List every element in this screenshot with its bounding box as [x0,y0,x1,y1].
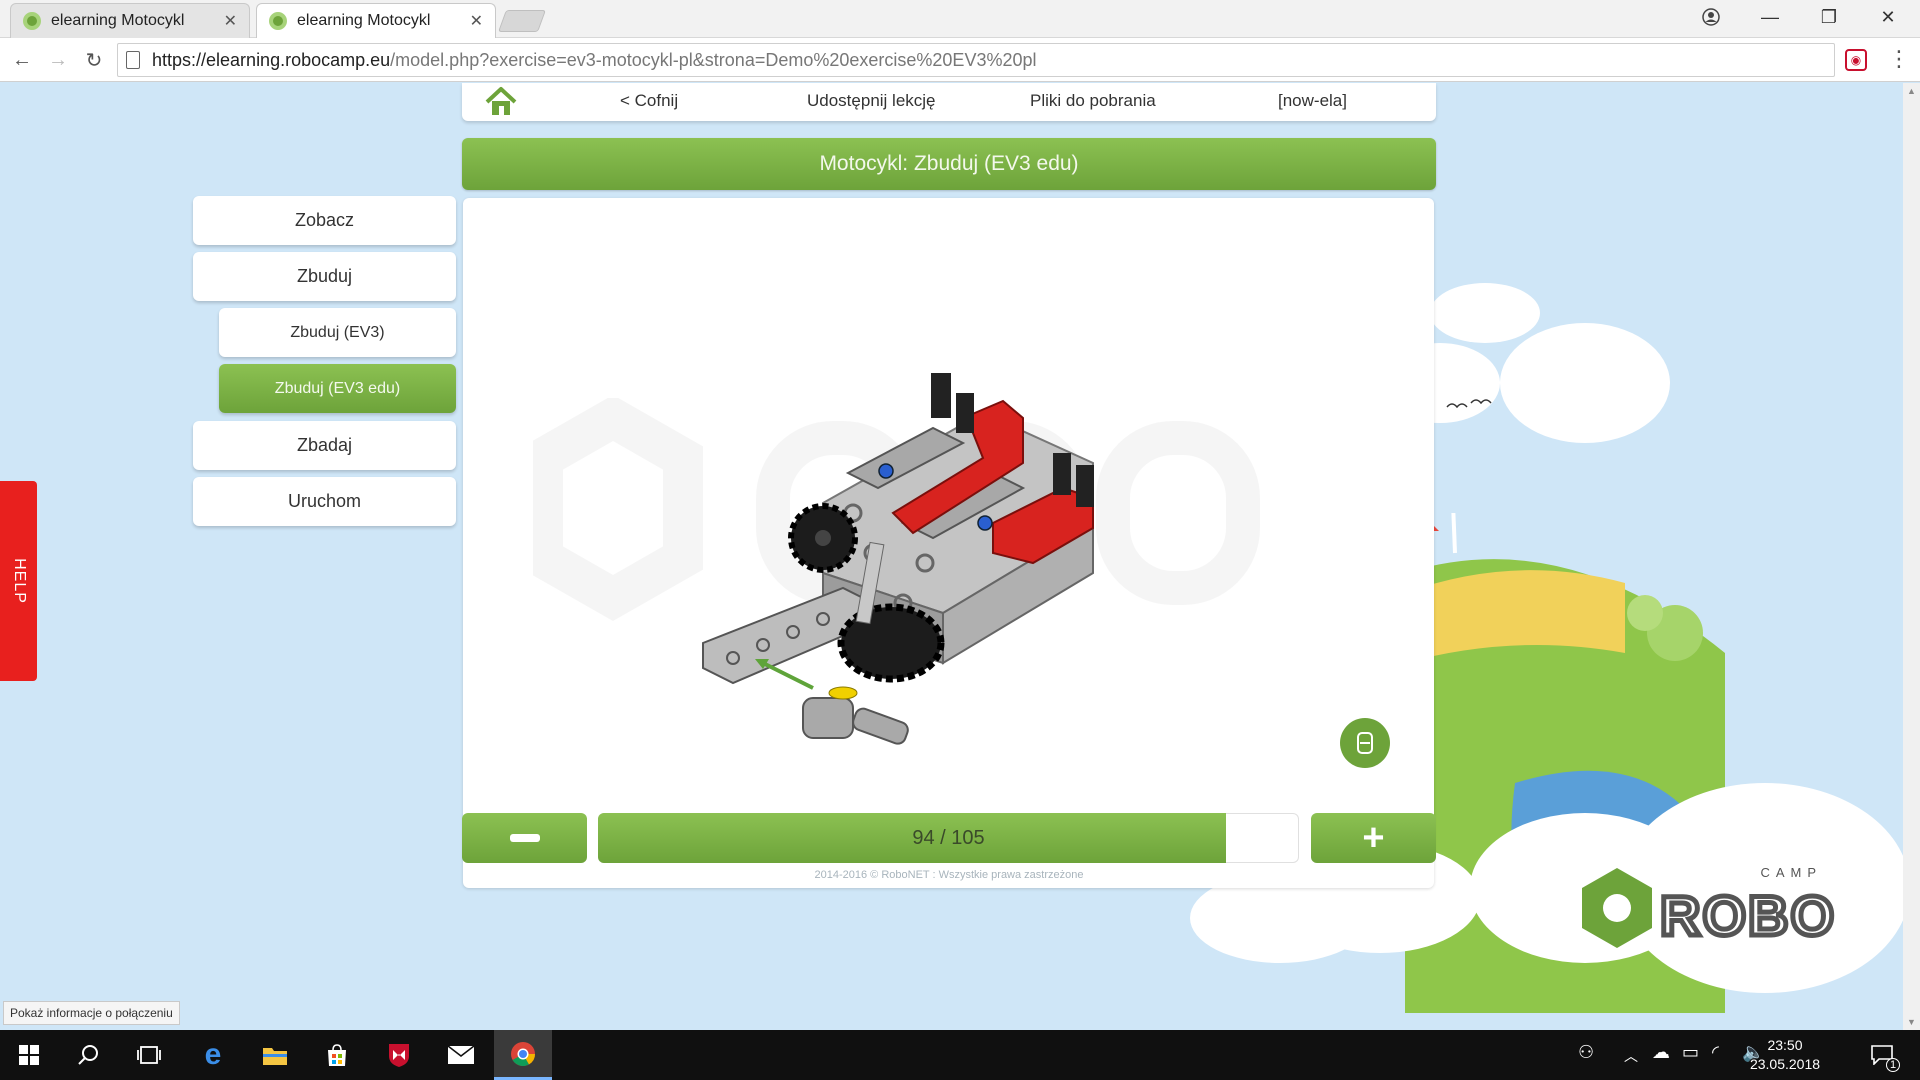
fullscreen-button[interactable] [1340,718,1390,768]
sidebar-item-zbadaj[interactable]: Zbadaj [193,421,456,470]
top-menu: < Cofnij Udostępnij lekcję Pliki do pobr… [462,83,1436,121]
url-host: https://elearning.robocamp.eu [152,49,391,70]
close-window-button[interactable]: ✕ [1859,0,1917,34]
step-counter: 94 / 105 [912,826,985,849]
windows-taskbar: e ⚇ ︿ ☁ ▭ ◜ 🔈 23:50 23.05.2018 1 [0,1030,1920,1080]
chrome-icon[interactable] [494,1030,552,1080]
taskbar-clock[interactable]: 23:50 23.05.2018 [1745,1036,1825,1074]
browser-toolbar: ← → ↻ https://elearning.robocamp.eu/mode… [0,38,1920,82]
browser-menu-icon[interactable]: ⋮ [1888,46,1910,72]
cloud-decoration [1500,323,1670,443]
browser-tab-1[interactable]: elearning Motocykl ✕ [10,3,250,38]
new-tab-button[interactable] [497,10,547,32]
viewer-mode-icon [1357,732,1373,754]
mcafee-icon[interactable] [370,1030,428,1080]
tab-title: elearning Motocykl [51,12,185,29]
lego-model-icon [702,373,1094,745]
store-icon[interactable] [308,1030,366,1080]
help-tab[interactable]: HELP [0,481,37,681]
sidebar-item-zbuduj[interactable]: Zbuduj [193,252,456,301]
sidebar-item-label: Zbadaj [296,435,353,455]
sidebar-item-zobacz[interactable]: Zobacz [193,196,456,245]
home-icon[interactable] [484,85,518,119]
share-lesson-link[interactable]: Udostępnij lekcję [807,91,936,111]
file-explorer-icon[interactable] [246,1030,304,1080]
restore-button[interactable]: ❐ [1800,0,1858,34]
model-viewer[interactable] [463,198,1434,888]
page-content: < Cofnij Udostępnij lekcję Pliki do pobr… [0,83,1920,1030]
tab-title: elearning Motocykl [297,12,431,29]
search-icon[interactable] [60,1030,118,1080]
scroll-up-icon[interactable]: ▲ [1907,86,1916,96]
edge-browser-icon[interactable]: e [184,1030,242,1080]
sidebar-item-uruchom[interactable]: Uruchom [193,477,456,526]
browser-tab-2[interactable]: elearning Motocykl ✕ [256,3,496,38]
sidebar-item-zbuduj-ev3[interactable]: Zbuduj (EV3) [219,308,456,357]
address-bar[interactable]: https://elearning.robocamp.eu/model.php?… [117,43,1835,77]
windows-start-icon[interactable] [0,1030,58,1080]
user-account-link[interactable]: [now-ela] [1278,91,1347,111]
step-progress-bar: 94 / 105 [598,813,1299,863]
sidebar-item-label: Zbuduj (EV3 edu) [274,379,401,397]
cloud-decoration [1430,283,1540,343]
scroll-down-icon[interactable]: ▼ [1907,1017,1916,1027]
page-title: Motocykl: Zbuduj (EV3 edu) [462,138,1436,190]
close-icon[interactable]: ✕ [224,11,237,31]
sidebar-item-label: Uruchom [287,491,362,511]
profile-icon[interactable] [1682,0,1740,34]
sidebar-item-label: Zbuduj [296,266,353,286]
back-arrow-icon[interactable]: ← [8,46,36,74]
reload-icon[interactable]: ↻ [80,46,108,74]
onedrive-cloud-icon[interactable]: ☁ [1652,1042,1670,1063]
clock-time: 23:50 [1767,1037,1803,1053]
url-path: /model.php?exercise=ev3-motocykl-pl&stro… [390,49,1037,70]
minimize-button[interactable]: — [1741,0,1799,34]
mcafee-extension-icon[interactable]: ◉ [1845,49,1867,71]
forward-arrow-icon[interactable]: → [44,46,72,74]
downloads-link[interactable]: Pliki do pobrania [1030,91,1156,111]
help-label: HELP [10,558,28,604]
minus-icon [509,834,540,842]
sidebar-item-zbuduj-ev3-edu[interactable]: Zbuduj (EV3 edu) [219,364,456,413]
notification-count-badge: 1 [1886,1058,1900,1072]
battery-icon[interactable]: ▭ [1682,1042,1699,1063]
close-icon[interactable]: ✕ [470,11,483,31]
logo-camp-text: CAMP [1760,865,1822,880]
next-step-button[interactable]: + [1311,813,1436,863]
people-icon[interactable]: ⚇ [1578,1042,1594,1063]
sidebar-item-label: Zbuduj (EV3) [290,323,385,341]
logo-robo-text: ROBO [1660,884,1836,947]
wifi-icon[interactable]: ◜ [1712,1042,1719,1063]
action-center-icon[interactable]: 1 [1852,1030,1912,1080]
previous-step-button[interactable] [462,813,587,863]
browser-tab-bar: elearning Motocykl ✕ elearning Motocykl … [0,0,1920,38]
robocamp-logo: CAMP ROBO [1582,865,1837,950]
mail-icon[interactable] [432,1030,490,1080]
robocamp-favicon-icon [23,12,41,30]
show-hidden-icons-chevron-icon[interactable]: ︿ [1624,1046,1638,1066]
clock-date: 23.05.2018 [1749,1056,1821,1072]
plus-icon: + [1362,816,1385,859]
birds-icon [1446,399,1492,409]
page-scrollbar[interactable]: ▲ ▼ [1903,83,1920,1030]
task-view-icon[interactable] [120,1030,178,1080]
connection-info-tooltip: Pokaż informacje o połączeniu [3,1001,180,1025]
sidebar-item-label: Zobacz [294,210,355,230]
robocamp-favicon-icon [269,12,287,30]
back-link[interactable]: < Cofnij [620,91,678,111]
footer-copyright: 2014-2016 © RoboNET : Wszystkie prawa za… [814,869,1084,881]
page-info-icon[interactable] [126,51,140,69]
